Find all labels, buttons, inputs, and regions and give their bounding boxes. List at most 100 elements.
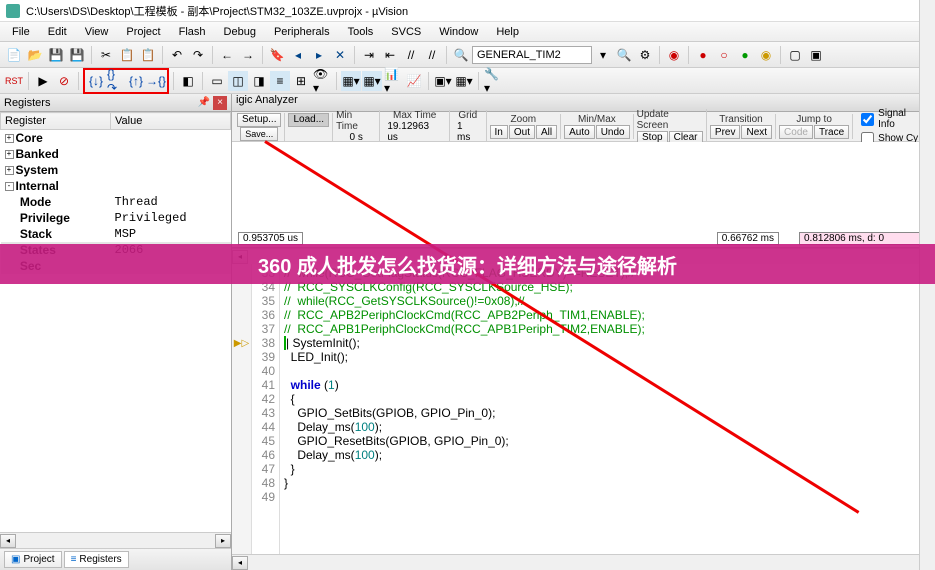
reg-row[interactable]: + Core (1, 130, 231, 147)
menu-project[interactable]: Project (118, 24, 168, 40)
copy-icon[interactable]: 📋 (117, 45, 137, 65)
show-icon[interactable]: ◧ (178, 71, 198, 91)
step-in-icon[interactable]: {↓} (86, 71, 106, 91)
stop-icon[interactable]: ⊘ (54, 71, 74, 91)
fwd-icon[interactable]: → (238, 45, 258, 65)
open-icon[interactable]: 📂 (25, 45, 45, 65)
code-editor[interactable]: // while(RCC_GetFlagStatus(RCC_FLAG_HSER… (280, 264, 935, 554)
undo-button[interactable]: Undo (596, 125, 630, 139)
logic-canvas[interactable]: 0.953705 us 0.66762 ms 0.812806 ms, d: 0 (232, 142, 935, 248)
trace-icon[interactable]: 📈 (404, 71, 424, 91)
cmd-icon[interactable]: ▭ (207, 71, 227, 91)
bookmark-prev-icon[interactable]: ◂ (288, 45, 308, 65)
sys-icon[interactable]: ▣▾ (433, 71, 453, 91)
gutter: ▶▷ (232, 264, 252, 554)
close-icon[interactable]: × (213, 96, 227, 110)
symbol-icon[interactable]: ◨ (249, 71, 269, 91)
menu-window[interactable]: Window (431, 24, 486, 40)
run-icon[interactable]: ▶ (33, 71, 53, 91)
watch-icon[interactable]: 👁▾ (312, 71, 332, 91)
reg-row[interactable]: + Banked (1, 146, 231, 162)
dot2-icon[interactable]: ○ (714, 45, 734, 65)
menu-edit[interactable]: Edit (40, 24, 75, 40)
mem-icon[interactable]: ▦▾ (341, 71, 361, 91)
setup-button[interactable]: Setup... (237, 113, 281, 127)
prev-trans-button[interactable]: Prev (710, 125, 741, 139)
jump-code-button[interactable]: Code (779, 125, 813, 139)
target-combo[interactable] (472, 46, 592, 64)
auto-button[interactable]: Auto (564, 125, 595, 139)
outdent-icon[interactable]: ⇤ (380, 45, 400, 65)
config-icon[interactable]: ⚙ (635, 45, 655, 65)
pin-icon[interactable]: 📌 (197, 96, 211, 110)
scroll-left-icon[interactable]: ◂ (0, 534, 16, 548)
code-scroll-h[interactable]: ◂ ▸ (232, 554, 935, 570)
new-icon[interactable]: 📄 (4, 45, 24, 65)
dot1-icon[interactable]: ● (693, 45, 713, 65)
code-scrollbar-v[interactable] (919, 264, 935, 554)
paste-icon[interactable]: 📋 (138, 45, 158, 65)
menu-debug[interactable]: Debug (216, 24, 264, 40)
zoom-all-button[interactable]: All (536, 125, 557, 139)
update-label: Update Screen (637, 109, 703, 131)
zoom-in-button[interactable]: In (490, 125, 508, 139)
jump-trace-button[interactable]: Trace (814, 125, 849, 139)
step-out-icon[interactable]: {↑} (126, 71, 146, 91)
uncomment-icon[interactable]: // (422, 45, 442, 65)
reg-row[interactable]: PrivilegePrivileged (1, 210, 231, 226)
zoom-out-button[interactable]: Out (509, 125, 535, 139)
find2-icon[interactable]: 🔍 (614, 45, 634, 65)
find-icon[interactable]: 🔍 (451, 45, 471, 65)
menu-help[interactable]: Help (488, 24, 527, 40)
menu-svcs[interactable]: SVCS (383, 24, 429, 40)
menu-tools[interactable]: Tools (340, 24, 382, 40)
back-icon[interactable]: ← (217, 45, 237, 65)
reg-row[interactable]: + System (1, 162, 231, 178)
registers-scroll-h[interactable]: ◂ ▸ (0, 532, 231, 548)
disasm-icon[interactable]: ◫ (228, 71, 248, 91)
reg-col-name[interactable]: Register (1, 113, 111, 130)
indent-icon[interactable]: ⇥ (359, 45, 379, 65)
debug-icon[interactable]: ◉ (664, 45, 684, 65)
dot3-icon[interactable]: ● (735, 45, 755, 65)
save-button[interactable]: Save... (240, 127, 278, 141)
redo-icon[interactable]: ↷ (188, 45, 208, 65)
tools-icon[interactable]: 🔧▾ (483, 71, 503, 91)
next-trans-button[interactable]: Next (741, 125, 772, 139)
step-over-icon[interactable]: {}↷ (106, 71, 126, 91)
dot4-icon[interactable]: ◉ (756, 45, 776, 65)
analyzer-icon[interactable]: 📊▾ (383, 71, 403, 91)
saveall-icon[interactable]: 💾 (67, 45, 87, 65)
menu-flash[interactable]: Flash (171, 24, 214, 40)
reset-icon[interactable]: RST (4, 71, 24, 91)
reg-row[interactable]: - Internal (1, 178, 231, 194)
run-cursor-icon[interactable]: →{} (146, 71, 166, 91)
dropdown-icon[interactable]: ▾ (593, 45, 613, 65)
window-icon[interactable]: ▢ (785, 45, 805, 65)
menu-file[interactable]: File (4, 24, 38, 40)
bookmark-icon[interactable]: 🔖 (267, 45, 287, 65)
menu-view[interactable]: View (77, 24, 117, 40)
tab-project[interactable]: ▣Project (4, 551, 62, 568)
toolbox-icon[interactable]: ▦▾ (454, 71, 474, 91)
title-text: C:\Users\DS\Desktop\工程模板 - 副本\Project\ST… (26, 3, 408, 19)
undo-icon[interactable]: ↶ (167, 45, 187, 65)
code-scroll-left-icon[interactable]: ◂ (232, 556, 248, 570)
bookmark-clear-icon[interactable]: ✕ (330, 45, 350, 65)
manage-icon[interactable]: ▣ (806, 45, 826, 65)
save-icon[interactable]: 💾 (46, 45, 66, 65)
comment-icon[interactable]: // (401, 45, 421, 65)
callstack-icon[interactable]: ⊞ (291, 71, 311, 91)
signal-info-check[interactable] (861, 113, 874, 126)
reg-col-value[interactable]: Value (111, 113, 231, 130)
bookmark-next-icon[interactable]: ▸ (309, 45, 329, 65)
tab-registers[interactable]: ≡Registers (64, 551, 129, 568)
cut-icon[interactable]: ✂ (96, 45, 116, 65)
scroll-right-icon[interactable]: ▸ (215, 534, 231, 548)
reg-row[interactable]: ModeThread (1, 194, 231, 210)
serial-icon[interactable]: ▦▾ (362, 71, 382, 91)
regs-icon[interactable]: ≡ (270, 71, 290, 91)
menu-peripherals[interactable]: Peripherals (266, 24, 338, 40)
reg-row[interactable]: StackMSP (1, 226, 231, 242)
load-button[interactable]: Load... (288, 113, 329, 127)
